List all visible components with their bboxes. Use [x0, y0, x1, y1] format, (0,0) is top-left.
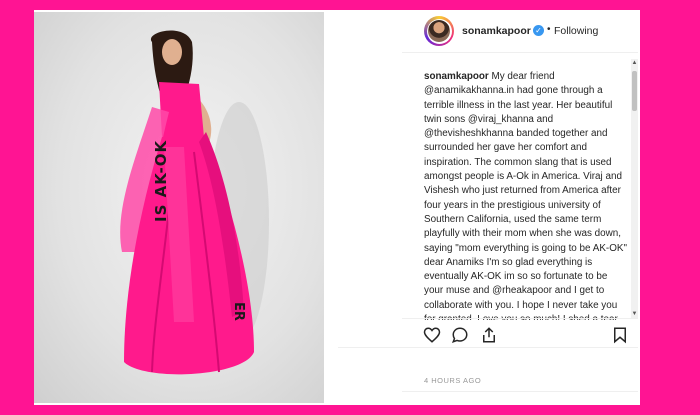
caption-username-link[interactable]: sonamkapoor: [424, 71, 489, 82]
username-link[interactable]: sonamkapoor: [462, 25, 531, 37]
caption-scrollbar[interactable]: ▲ ▼: [631, 59, 638, 318]
post-photo[interactable]: IS AK-OK ER: [34, 12, 324, 403]
post-timestamp: 4 HOURS AGO: [424, 376, 482, 385]
verified-badge-icon: ✓: [533, 25, 544, 36]
avatar-image: [428, 20, 450, 42]
action-bar: [402, 318, 638, 349]
bookmark-icon[interactable]: [611, 326, 629, 344]
photo-illustration: [120, 30, 269, 375]
avatar[interactable]: [424, 16, 454, 46]
scroll-thumb[interactable]: [632, 71, 637, 111]
add-comment-area[interactable]: [402, 391, 638, 406]
comment-icon[interactable]: [451, 326, 469, 344]
skirt-text: IS AK-OK: [152, 139, 170, 222]
dupatta-text: ER: [231, 302, 246, 321]
section-divider: [338, 347, 638, 348]
following-button[interactable]: Following: [554, 25, 598, 37]
share-icon[interactable]: [480, 326, 498, 344]
post-header: sonamkapoor ✓ • Following: [402, 12, 638, 53]
post-caption: sonamkapoor My dear friend @anamikakhann…: [424, 70, 629, 320]
scroll-down-icon[interactable]: ▼: [631, 311, 638, 317]
caption-text: My dear friend @anamikakhanna.in had gon…: [424, 71, 627, 320]
scroll-up-icon[interactable]: ▲: [631, 60, 638, 66]
heart-icon[interactable]: [423, 326, 441, 344]
separator-dot: •: [547, 24, 551, 35]
